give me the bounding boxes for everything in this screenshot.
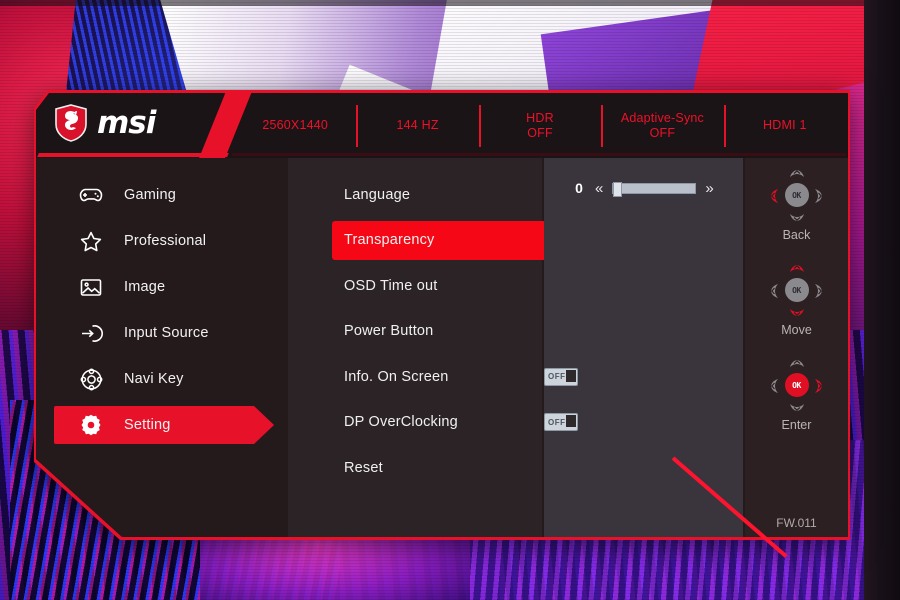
sidebar-item-image[interactable]: Image: [36, 264, 286, 310]
header-red-underline: [37, 153, 229, 157]
status-adaptive-sync-label: Adaptive-Sync: [620, 110, 705, 125]
dpad-move: OK: [766, 259, 828, 321]
msi-logo: msi: [54, 104, 156, 142]
osd-nav-hint-column: OK Back OK Move OK Enter FW.011: [671, 158, 848, 558]
submenu-item-power-button[interactable]: Power Button: [288, 309, 542, 355]
navi-key-icon: [76, 364, 106, 394]
double-chevron-right-icon[interactable]: »: [705, 181, 713, 196]
sidebar-item-label: Input Source: [124, 325, 209, 341]
input-arrow-icon: [76, 318, 106, 348]
submenu-item-label: Transparency: [344, 232, 435, 249]
chevron-right-icon: [813, 282, 829, 300]
chevron-right-icon: [813, 377, 829, 395]
chevron-up-icon: [788, 163, 806, 179]
submenu-item-label: Language: [344, 186, 411, 203]
chevron-up-icon: [788, 353, 806, 369]
transparency-slider-track[interactable]: [612, 181, 697, 197]
osd-value-column: 0 « »: [544, 158, 743, 537]
chevron-down-icon: [788, 211, 806, 227]
transparency-slider-row[interactable]: 0 « »: [572, 180, 714, 197]
transparency-slider-thumb[interactable]: [613, 181, 623, 197]
monitor-screen: msi 2560X1440 144 HZ HDR OFF Adaptive-Sy…: [0, 0, 900, 600]
submenu-item-label: DP OverClocking: [344, 414, 458, 431]
status-refresh-rate: 144 HZ: [356, 118, 478, 133]
submenu-item-label: Reset: [344, 459, 383, 476]
star-icon: [76, 226, 106, 256]
info-on-screen-toggle[interactable]: OFF: [544, 367, 578, 386]
submenu-item-info-on-screen[interactable]: Info. On Screen OFF: [288, 354, 578, 400]
sidebar-item-label: Professional: [124, 233, 207, 249]
nav-hint-list: OK Back OK Move OK Enter FW.011: [745, 164, 848, 530]
double-chevron-left-icon[interactable]: «: [595, 181, 603, 196]
dpad-enter: OK: [766, 354, 828, 416]
nav-hint-move: OK Move: [745, 259, 848, 354]
sidebar-item-setting[interactable]: Setting: [36, 402, 286, 448]
status-adaptive-sync-value: OFF: [649, 125, 676, 140]
status-adaptive-sync: Adaptive-Sync OFF: [601, 111, 723, 141]
chevron-left-icon: [765, 377, 781, 395]
nav-hint-back: OK Back: [745, 164, 848, 259]
status-input-value: HDMI 1: [763, 118, 807, 132]
status-resolution-value: 2560X1440: [262, 118, 329, 132]
monitor-bezel-right: [864, 0, 900, 600]
sidebar-item-label: Setting: [124, 417, 171, 433]
toggle-state-label: OFF: [548, 417, 566, 427]
osd-sidebar-column: Gaming Professional Image Input Source N…: [36, 158, 286, 537]
sidebar-item-label: Image: [124, 279, 166, 295]
gear-icon: [76, 410, 106, 440]
submenu-item-language[interactable]: Language: [288, 172, 542, 218]
status-resolution: 2560X1440: [234, 118, 356, 133]
dpad-back: OK: [766, 164, 828, 226]
sidebar-item-input-source[interactable]: Input Source: [36, 310, 286, 356]
osd-submenu-list: Language Transparency OSD Time out Power…: [288, 172, 578, 491]
submenu-item-label: OSD Time out: [344, 277, 438, 294]
chevron-down-icon: [788, 401, 806, 417]
osd-status-items: 2560X1440 144 HZ HDR OFF Adaptive-Sync O…: [234, 93, 846, 158]
sidebar-item-label: Navi Key: [124, 371, 184, 387]
nav-hint-enter: OK Enter: [745, 354, 848, 449]
submenu-item-dp-overclocking[interactable]: DP OverClocking OFF: [288, 400, 578, 446]
chevron-left-icon: [765, 282, 781, 300]
firmware-version: FW.011: [776, 516, 817, 530]
osd-submenu-column: Language Transparency OSD Time out Power…: [288, 158, 578, 537]
chevron-down-icon: [788, 306, 806, 322]
osd-sidebar-menu: Gaming Professional Image Input Source N…: [36, 172, 286, 448]
sidebar-item-label: Gaming: [124, 187, 176, 203]
status-refresh-rate-value: 144 HZ: [396, 118, 439, 132]
toggle-knob: [566, 415, 576, 428]
ok-button-icon: OK: [784, 183, 809, 207]
gamepad-icon: [76, 180, 106, 210]
status-hdr: HDR OFF: [479, 111, 601, 141]
msi-dragon-shield-icon: [55, 104, 87, 142]
toggle-knob: [566, 369, 576, 382]
picture-icon: [76, 272, 106, 302]
chevron-right-icon: [813, 187, 829, 205]
toggle-state-label: OFF: [548, 372, 566, 382]
submenu-item-transparency[interactable]: Transparency: [288, 218, 556, 264]
transparency-value: 0: [575, 180, 583, 196]
status-hdr-label: HDR: [526, 110, 554, 125]
nav-hint-caption: Move: [781, 323, 812, 337]
monitor-bezel-top: [0, 0, 900, 6]
submenu-item-osd-time-out[interactable]: OSD Time out: [288, 263, 542, 309]
sidebar-item-gaming[interactable]: Gaming: [36, 172, 286, 218]
chevron-up-icon: [788, 258, 806, 274]
osd-menu-panel: msi 2560X1440 144 HZ HDR OFF Adaptive-Sy…: [34, 90, 850, 558]
sidebar-item-professional[interactable]: Professional: [36, 218, 286, 264]
nav-hint-caption: Back: [782, 228, 811, 242]
chevron-left-icon: [765, 187, 781, 205]
sidebar-item-navi-key[interactable]: Navi Key: [36, 356, 286, 402]
nav-hint-caption: Enter: [781, 418, 812, 432]
ok-button-icon: OK: [784, 278, 809, 302]
status-hdr-value: OFF: [527, 125, 553, 140]
msi-wordmark: msi: [97, 104, 156, 141]
submenu-item-label: Info. On Screen: [344, 368, 449, 385]
status-input: HDMI 1: [724, 118, 846, 133]
submenu-item-label: Power Button: [344, 323, 434, 340]
submenu-item-reset[interactable]: Reset: [288, 445, 542, 491]
dp-overclocking-toggle[interactable]: OFF: [544, 413, 578, 432]
ok-button-icon: OK: [784, 373, 809, 397]
